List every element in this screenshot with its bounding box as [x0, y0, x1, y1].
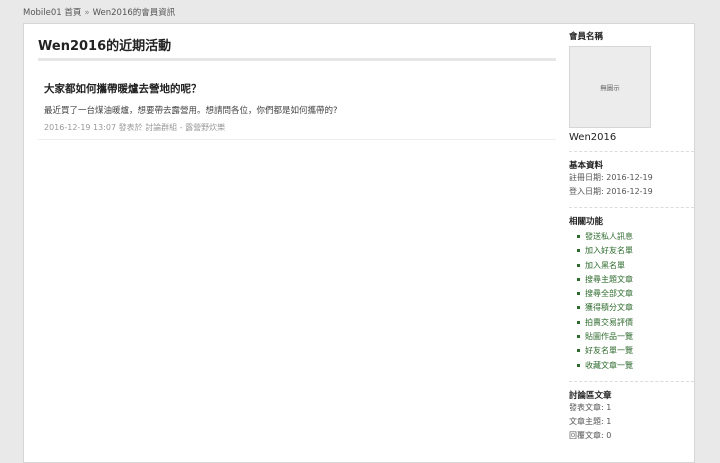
avatar-placeholder-text: 無圖示 [600, 84, 620, 92]
breadcrumb-home-link[interactable]: Mobile01 首頁 [23, 8, 81, 18]
add-friend-link[interactable]: 加入好友名單 [585, 246, 633, 255]
function-item: 搜尋主題文章 [577, 273, 694, 287]
related-functions-list: 發送私人訊息 加入好友名單 加入黑名單 搜尋主題文章 搜尋全部文章 獲得積分文章… [569, 230, 694, 373]
function-item: 收藏文章一覽 [577, 359, 694, 373]
avatar: 無圖示 [569, 46, 651, 128]
member-name-heading: 會員名稱 [569, 32, 604, 42]
breadcrumb: Mobile01 首頁» Wen2016的會員資訊 [23, 6, 175, 18]
photo-works-link[interactable]: 貼圖作品一覽 [585, 332, 633, 341]
basic-info-heading: 基本資料 [569, 161, 604, 171]
add-blacklist-link[interactable]: 加入黑名單 [585, 261, 625, 270]
search-all-posts-link[interactable]: 搜尋全部文章 [585, 289, 633, 298]
username: Wen2016 [569, 132, 617, 143]
post-datetime: 2016-12-19 13:07 [44, 123, 117, 132]
divider [569, 207, 694, 208]
post-title-link[interactable]: 大家都如何攜帶暖爐去營地的呢？ [44, 81, 550, 96]
login-date: 登入日期: 2016-12-19 [569, 187, 653, 196]
post-posted-in: 發表於 [118, 123, 143, 132]
auction-ratings-link[interactable]: 拍賣交易評價 [585, 318, 633, 327]
function-item: 貼圖作品一覽 [577, 330, 694, 344]
register-date: 註冊日期: 2016-12-19 [569, 173, 653, 182]
page-title: Wen2016的近期活動 [38, 35, 556, 61]
function-item: 拍賣交易評價 [577, 316, 694, 330]
post-excerpt: 最近買了一台煤油暖爐，想要帶去露營用。想請問各位，你們都是如何攜帶的? [44, 106, 338, 116]
breadcrumb-current-link[interactable]: Wen2016的會員資訊 [93, 8, 176, 18]
function-item: 發送私人訊息 [577, 230, 694, 244]
function-item: 加入好友名單 [577, 244, 694, 258]
divider [569, 380, 694, 382]
post-forum-link[interactable]: 討論群組 - 露營野炊樂 [145, 123, 225, 132]
main-content: Wen2016的近期活動 大家都如何攜帶暖爐去營地的呢？ 最近買了一台煤油暖爐，… [38, 35, 556, 140]
forum-stat-replies: 回覆文章: 0 [569, 430, 612, 440]
function-item: 獲得積分文章 [577, 301, 694, 315]
related-functions-heading: 相關功能 [569, 217, 604, 227]
function-item: 加入黑名單 [577, 259, 694, 273]
divider [569, 151, 694, 152]
activity-item: 大家都如何攜帶暖爐去營地的呢？ 最近買了一台煤油暖爐，想要帶去露營用。想請問各位… [38, 61, 556, 140]
scored-posts-link[interactable]: 獲得積分文章 [585, 303, 633, 312]
forum-stat-posts: 發表文章: 1 [569, 402, 612, 412]
breadcrumb-separator: » [84, 8, 90, 18]
function-item: 搜尋全部文章 [577, 287, 694, 301]
post-meta: 2016-12-19 13:07 發表於 討論群組 - 露營野炊樂 [44, 122, 550, 133]
forum-posts-heading: 討論區文章 [569, 390, 612, 401]
favorite-posts-link[interactable]: 收藏文章一覽 [585, 361, 633, 370]
search-topics-link[interactable]: 搜尋主題文章 [585, 275, 633, 284]
friends-list-link[interactable]: 好友名單一覽 [585, 346, 633, 355]
forum-stat-topics: 文章主題: 1 [569, 416, 612, 426]
send-private-message-link[interactable]: 發送私人訊息 [585, 232, 633, 241]
page-container: Wen2016的近期活動 大家都如何攜帶暖爐去營地的呢？ 最近買了一台煤油暖爐，… [23, 23, 695, 463]
function-item: 好友名單一覽 [577, 344, 694, 358]
sidebar: 會員名稱 無圖示 Wen2016 基本資料 註冊日期: 2016-12-19 登… [569, 30, 694, 443]
